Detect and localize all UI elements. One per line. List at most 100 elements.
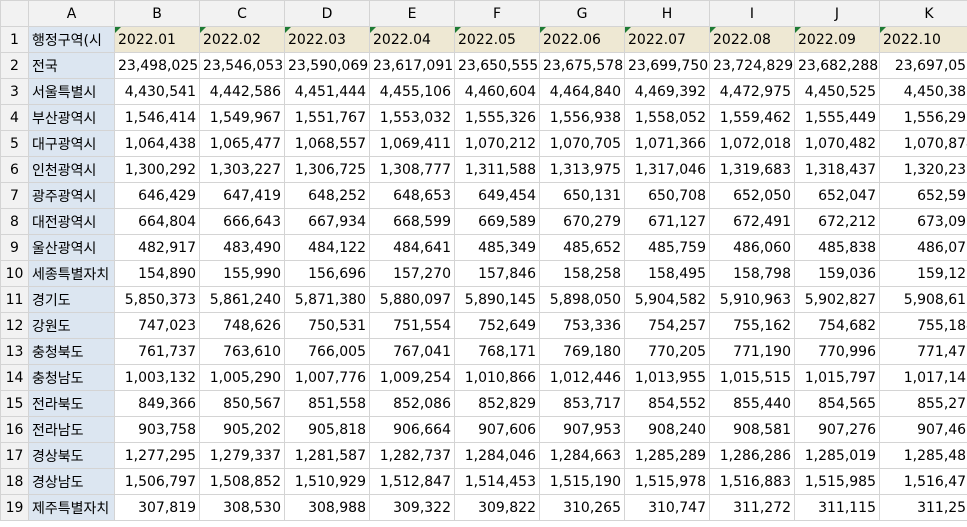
value-cell[interactable]: 754,682 [794,312,880,339]
value-cell[interactable]: 648,653 [369,182,455,209]
value-cell[interactable]: 23,675,578 [539,52,625,79]
value-cell[interactable]: 5,902,827 [794,286,880,313]
value-cell[interactable]: 1,013,955 [624,364,710,391]
value-cell[interactable]: 154,890 [114,260,200,287]
value-cell[interactable]: 1,068,557 [284,130,370,157]
value-cell[interactable]: 755,162 [709,312,795,339]
value-cell[interactable]: 1,285,483 [879,442,967,469]
value-cell[interactable]: 155,990 [199,260,285,287]
value-cell[interactable]: 1,300,292 [114,156,200,183]
value-cell[interactable]: 158,495 [624,260,710,287]
value-cell[interactable]: 1,558,052 [624,104,710,131]
region-cell[interactable]: 광주광역시 [28,182,115,209]
value-cell[interactable]: 671,127 [624,208,710,235]
value-cell[interactable]: 1,317,046 [624,156,710,183]
value-cell[interactable]: 1,551,767 [284,104,370,131]
value-cell[interactable]: 23,697,051 [879,52,967,79]
region-cell[interactable]: 인천광역시 [28,156,115,183]
value-cell[interactable]: 907,276 [794,416,880,443]
value-cell[interactable]: 310,265 [539,494,625,521]
value-cell[interactable]: 1,017,146 [879,364,967,391]
row-header[interactable]: 4 [0,104,29,131]
value-cell[interactable]: 769,180 [539,338,625,365]
value-cell[interactable]: 1,556,938 [539,104,625,131]
value-cell[interactable]: 652,047 [794,182,880,209]
column-header[interactable]: I [709,0,795,27]
value-cell[interactable]: 4,455,106 [369,78,455,105]
value-cell[interactable]: 668,599 [369,208,455,235]
value-cell[interactable]: 4,442,586 [199,78,285,105]
value-cell[interactable]: 903,758 [114,416,200,443]
value-cell[interactable]: 23,590,069 [284,52,370,79]
value-cell[interactable]: 1,549,967 [199,104,285,131]
value-cell[interactable]: 5,908,615 [879,286,967,313]
column-header[interactable]: A [28,0,115,27]
row-header[interactable]: 1 [0,26,29,53]
value-cell[interactable]: 652,598 [879,182,967,209]
period-cell[interactable]: 2022.08 [709,26,795,53]
row-header[interactable]: 12 [0,312,29,339]
value-cell[interactable]: 905,202 [199,416,285,443]
value-cell[interactable]: 4,469,392 [624,78,710,105]
row-header[interactable]: 3 [0,78,29,105]
value-cell[interactable]: 1,510,929 [284,468,370,495]
row-header[interactable]: 18 [0,468,29,495]
region-cell[interactable]: 대전광역시 [28,208,115,235]
value-cell[interactable]: 485,759 [624,234,710,261]
value-cell[interactable]: 23,617,091 [369,52,455,79]
value-cell[interactable]: 4,451,444 [284,78,370,105]
row-header[interactable]: 8 [0,208,29,235]
value-cell[interactable]: 4,460,604 [454,78,540,105]
value-cell[interactable]: 650,131 [539,182,625,209]
value-cell[interactable]: 4,464,840 [539,78,625,105]
column-header[interactable]: J [794,0,880,27]
value-cell[interactable]: 1,003,132 [114,364,200,391]
value-cell[interactable]: 1,070,482 [794,130,880,157]
value-cell[interactable]: 482,917 [114,234,200,261]
value-cell[interactable]: 23,650,555 [454,52,540,79]
region-cell[interactable]: 경기도 [28,286,115,313]
value-cell[interactable]: 751,554 [369,312,455,339]
value-cell[interactable]: 311,251 [879,494,967,521]
value-cell[interactable]: 670,279 [539,208,625,235]
column-header[interactable]: H [624,0,710,27]
value-cell[interactable]: 770,205 [624,338,710,365]
value-cell[interactable]: 771,190 [709,338,795,365]
row-header[interactable]: 15 [0,390,29,417]
row-header[interactable]: 13 [0,338,29,365]
value-cell[interactable]: 1,064,438 [114,130,200,157]
value-cell[interactable]: 1,285,289 [624,442,710,469]
value-cell[interactable]: 5,861,240 [199,286,285,313]
region-cell[interactable]: 경상북도 [28,442,115,469]
value-cell[interactable]: 1,308,777 [369,156,455,183]
value-cell[interactable]: 4,450,525 [794,78,880,105]
column-header[interactable]: F [454,0,540,27]
value-cell[interactable]: 1,065,477 [199,130,285,157]
value-cell[interactable]: 1,010,866 [454,364,540,391]
value-cell[interactable]: 159,036 [794,260,880,287]
value-cell[interactable]: 1,546,414 [114,104,200,131]
value-cell[interactable]: 905,818 [284,416,370,443]
value-cell[interactable]: 158,258 [539,260,625,287]
value-cell[interactable]: 854,565 [794,390,880,417]
value-cell[interactable]: 1,070,705 [539,130,625,157]
value-cell[interactable]: 484,641 [369,234,455,261]
value-cell[interactable]: 158,798 [709,260,795,287]
value-cell[interactable]: 1,007,776 [284,364,370,391]
value-cell[interactable]: 23,546,053 [199,52,285,79]
value-cell[interactable]: 486,070 [879,234,967,261]
region-cell[interactable]: 제주특별자치 [28,494,115,521]
value-cell[interactable]: 1,012,446 [539,364,625,391]
period-cell[interactable]: 2022.10 [879,26,967,53]
row-header[interactable]: 17 [0,442,29,469]
value-cell[interactable]: 5,880,097 [369,286,455,313]
value-cell[interactable]: 4,450,389 [879,78,967,105]
value-cell[interactable]: 485,349 [454,234,540,261]
value-cell[interactable]: 763,610 [199,338,285,365]
value-cell[interactable]: 1,311,588 [454,156,540,183]
value-cell[interactable]: 849,366 [114,390,200,417]
value-cell[interactable]: 672,491 [709,208,795,235]
value-cell[interactable]: 1,009,254 [369,364,455,391]
value-cell[interactable]: 1,281,587 [284,442,370,469]
value-cell[interactable]: 1,284,046 [454,442,540,469]
